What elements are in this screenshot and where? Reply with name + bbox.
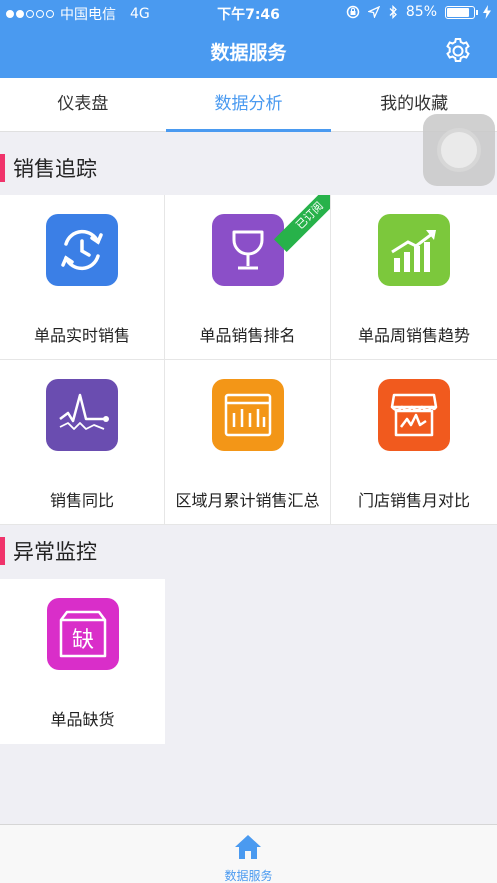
- out-of-stock-glyph: 缺: [71, 628, 93, 653]
- location-arrow-icon: [367, 6, 380, 18]
- tile-item-realtime-sales[interactable]: 单品实时销售: [0, 195, 165, 360]
- bar-trend-icon: [378, 214, 450, 286]
- home-icon[interactable]: [233, 833, 263, 861]
- assistive-touch-button[interactable]: [423, 114, 495, 186]
- battery-icon: [445, 5, 478, 19]
- clock-refresh-icon: [46, 214, 118, 286]
- status-bar: 中国电信 4G 下午7:46 85%: [0, 0, 497, 26]
- charging-icon: [483, 5, 491, 19]
- bluetooth-icon: [389, 5, 397, 19]
- section-header-anomaly-monitor: 异常监控: [0, 529, 497, 573]
- anomaly-monitor-grid: 缺 单品缺货: [0, 579, 497, 744]
- tab-dashboard[interactable]: 仪表盘: [0, 78, 166, 131]
- tile-label: 单品销售排名: [199, 326, 296, 345]
- tile-item-out-of-stock[interactable]: 缺 单品缺货: [0, 579, 165, 744]
- trophy-icon: [211, 214, 284, 286]
- tile-item-weekly-trend[interactable]: 单品周销售趋势: [331, 195, 497, 360]
- section-accent-bar: [0, 537, 5, 565]
- tab-data-analysis[interactable]: 数据分析: [165, 78, 332, 132]
- tile-label: 门店销售月对比: [357, 491, 470, 510]
- tile-item-sales-ranking[interactable]: 已订阅 单品销售排名: [165, 195, 331, 360]
- rotation-lock-icon: [346, 5, 360, 19]
- section-title: 异常监控: [13, 540, 97, 564]
- bottom-tab-label[interactable]: 数据服务: [0, 867, 497, 883]
- tile-label: 单品周销售趋势: [357, 326, 470, 345]
- sales-tracking-grid: 单品实时销售 已订阅 单品销售排名 单品周销售趋势 销售同比 区域月累计销售汇总…: [0, 195, 497, 525]
- bottom-tab-bar: 数据服务: [0, 824, 497, 883]
- nav-bar: 数据服务: [0, 26, 497, 78]
- out-of-stock-icon: 缺: [46, 598, 119, 670]
- tile-item-sales-yoy[interactable]: 销售同比: [0, 360, 165, 525]
- store-icon: [378, 379, 450, 451]
- battery-percent: 85%: [405, 4, 437, 20]
- section-accent-bar: [0, 154, 5, 182]
- tile-label: 区域月累计销售汇总: [175, 491, 320, 510]
- section-title: 销售追踪: [13, 157, 97, 181]
- line-compare-icon: [46, 379, 118, 451]
- column-chart-icon: [211, 379, 284, 451]
- page-title: 数据服务: [210, 42, 287, 64]
- tile-item-store-monthly-compare[interactable]: 门店销售月对比: [331, 360, 497, 525]
- tile-label: 单品实时销售: [33, 326, 130, 345]
- tile-label: 单品缺货: [50, 710, 115, 729]
- gear-icon[interactable]: [443, 36, 473, 66]
- tile-label: 销售同比: [49, 491, 114, 510]
- tile-item-regional-monthly-sum[interactable]: 区域月累计销售汇总: [165, 360, 331, 525]
